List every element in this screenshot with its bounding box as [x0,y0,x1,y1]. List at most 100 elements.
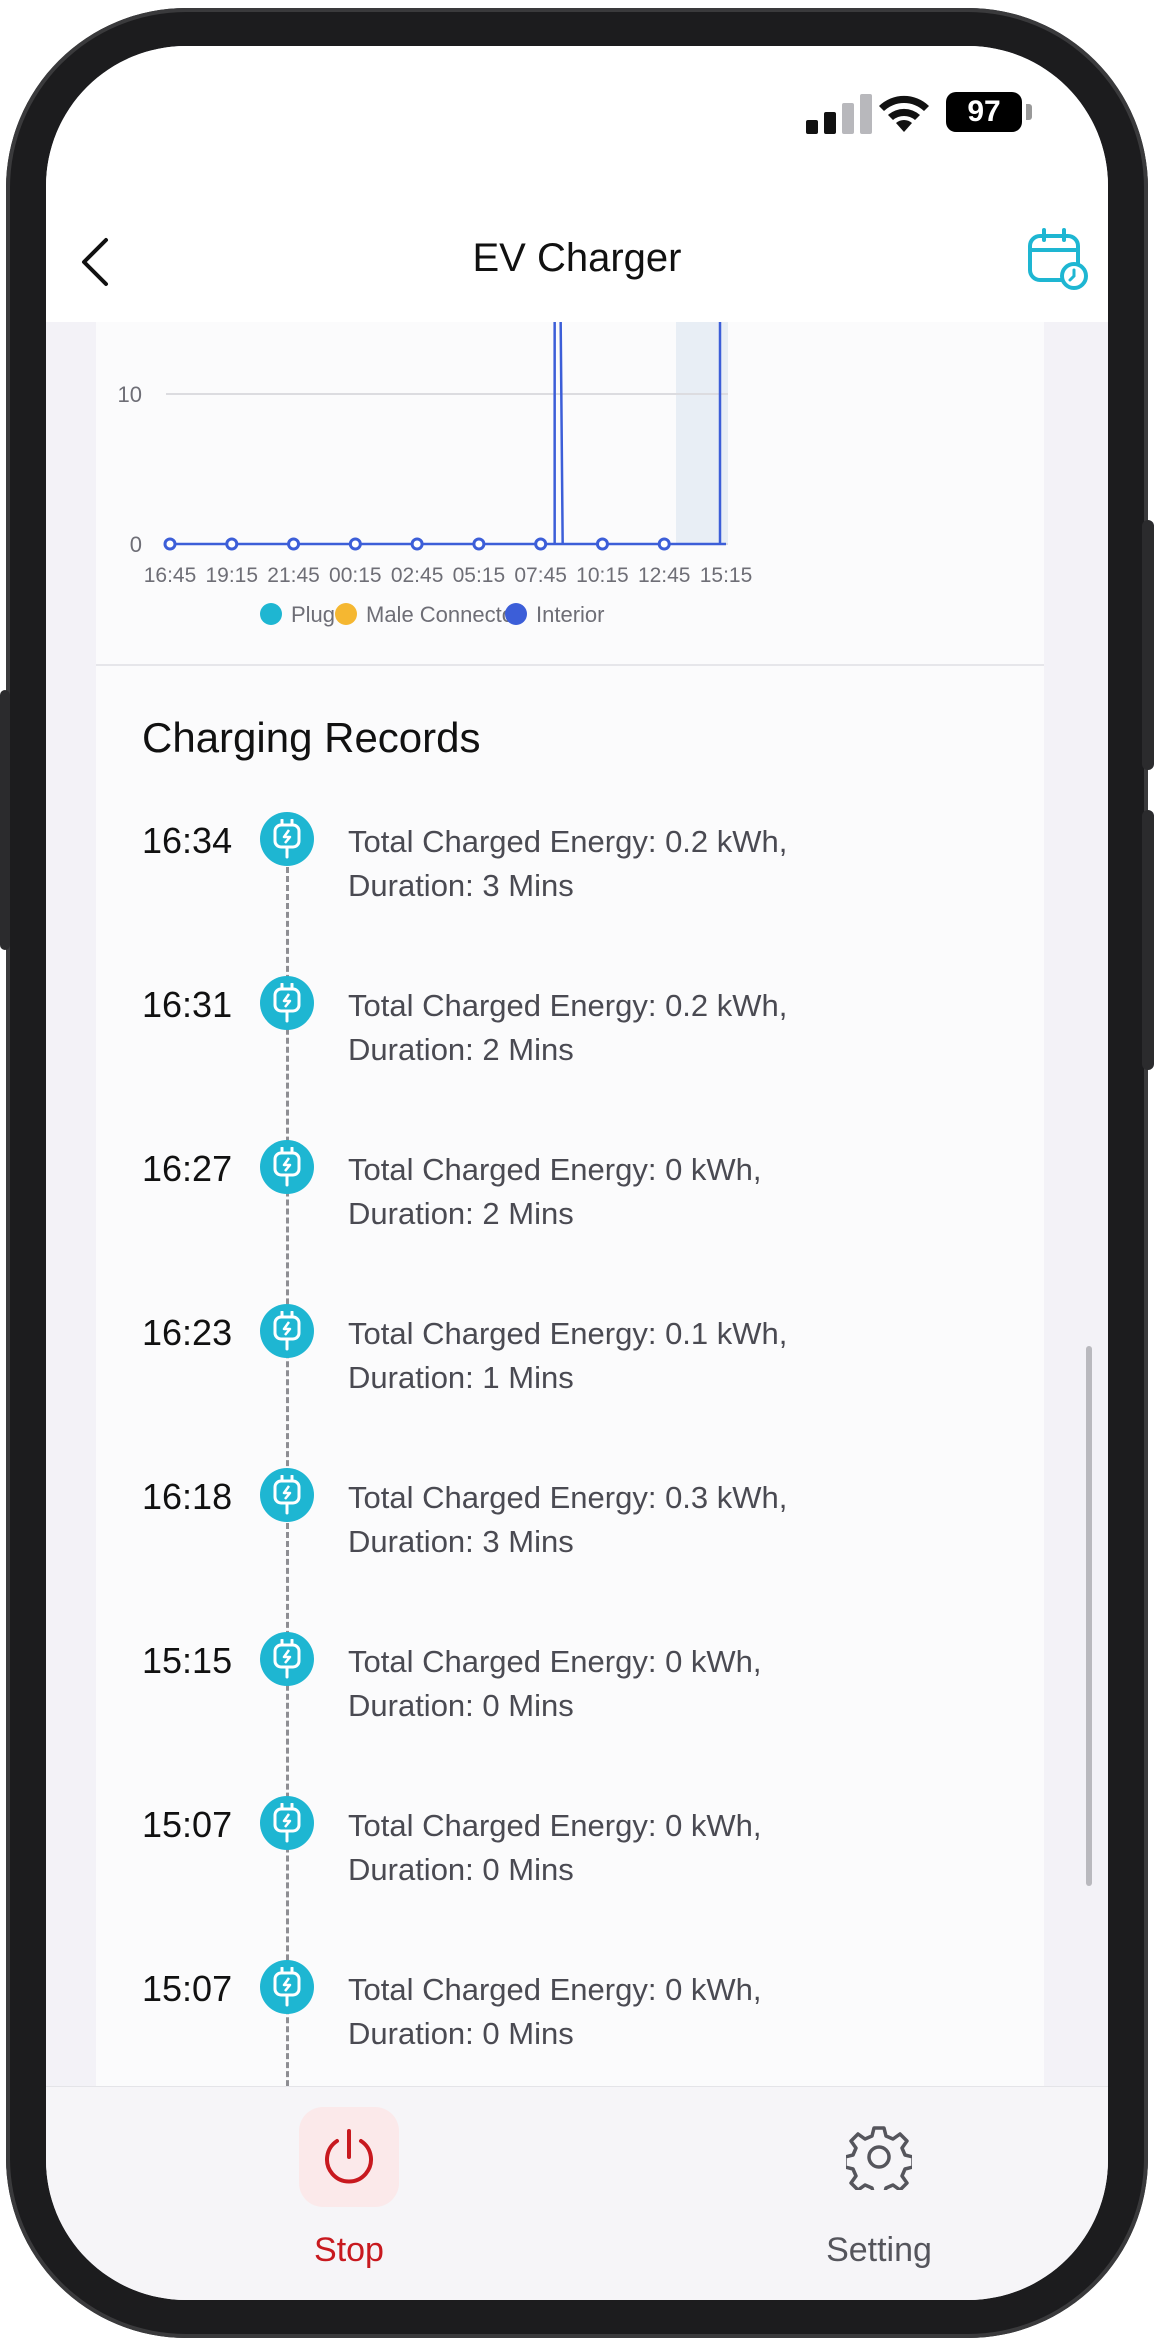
record-energy: Total Charged Energy: 0.1 kWh, [348,1316,788,1351]
chart-x-tick-label: 15:15 [700,564,753,587]
records-title: Charging Records [142,714,481,761]
record-details: Total Charged Energy: 0.2 kWh, Duration: … [348,984,988,1072]
chart-x-tick-label: 16:45 [144,564,197,587]
battery-indicator: 97 [946,92,1022,132]
chart-spike-interior [553,322,564,545]
chart-x-tick-label: 00:15 [329,564,382,587]
charging-records-list: 16:34 Total Charged Energy: 0.2 kWh, Durat… [96,812,1044,2092]
record-energy: Total Charged Energy: 0.2 kWh, [348,824,788,859]
record-duration: Duration: 2 Mins [348,1196,574,1231]
record-duration: Duration: 0 Mins [348,2016,574,2051]
record-time: 15:07 [142,1804,233,1845]
chart-x-tick-label: 21:45 [267,564,320,587]
record-duration: Duration: 3 Mins [348,1524,574,1559]
chart-data-point [348,537,362,551]
battery-tip [1026,104,1032,120]
record-time: 15:07 [142,1968,233,2009]
record-item[interactable]: 15:07 Total Charged Energy: 0 kWh, Duratio… [96,1796,1044,1960]
record-item[interactable]: 16:23 Total Charged Energy: 0.1 kWh, Durat… [96,1304,1044,1468]
record-time: 16:23 [142,1312,233,1353]
record-item[interactable]: 15:15 Total Charged Energy: 0 kWh, Duratio… [96,1632,1044,1796]
screen: 97 EV Charger 0 10 16:45 19:15 21:45 00:15 02:… [46,46,1108,2300]
chart-x-tick-label: 12:45 [638,564,691,587]
gear-icon [846,2126,912,2190]
record-energy: Total Charged Energy: 0 kWh, [348,1644,762,1679]
chart-y-tick-label: 0 [130,532,142,557]
record-item[interactable]: 15:07 Total Charged Energy: 0 kWh, Duratio… [96,1960,1044,2092]
setting-button[interactable]: Setting [779,2107,979,2287]
record-item[interactable]: 16:31 Total Charged Energy: 0.2 kWh, Durat… [96,976,1044,1140]
record-item[interactable]: 16:18 Total Charged Energy: 0.3 kWh, Durat… [96,1468,1044,1632]
chart-x-tick-label: 10:15 [576,564,629,587]
app-header: EV Charger [46,196,1108,322]
stop-icon-wrap [299,2107,399,2207]
chart-data-point [225,537,239,551]
content-card[interactable]: 0 10 16:45 19:15 21:45 00:15 02:45 05:15 07:45 10… [96,322,1044,2092]
record-item[interactable]: 16:34 Total Charged Energy: 0.2 kWh, Durat… [96,812,1044,976]
record-duration: Duration: 1 Mins [348,1360,574,1395]
temperature-chart: 0 10 16:45 19:15 21:45 00:15 02:45 05:15 07:45 10… [118,322,753,627]
plug-charging-icon [260,1468,314,1522]
chart-data-point [595,537,609,551]
record-details: Total Charged Energy: 0.2 kWh, Duration: … [348,820,988,908]
chart-legend-swatch [335,603,357,625]
chart-data-point [472,537,486,551]
chart-x-tick-label: 02:45 [391,564,444,587]
chart-data-point [534,537,548,551]
plug-charging-icon [260,1632,314,1686]
phone-side-button-left [0,690,10,950]
plug-charging-icon [260,976,314,1030]
record-time: 16:34 [142,820,233,861]
chart-legend-label: Male Connector [366,602,521,627]
chart-data-point [287,537,301,551]
record-duration: Duration: 3 Mins [348,868,574,903]
chart-x-tick-label: 07:45 [514,564,567,587]
record-time: 16:27 [142,1148,233,1189]
record-details: Total Charged Energy: 0 kWh, Duration: 0 … [348,1804,988,1892]
stop-label: Stop [314,2231,384,2269]
chart-legend-label: Plug [291,602,335,627]
wifi-icon [879,95,929,132]
record-energy: Total Charged Energy: 0.2 kWh, [348,988,788,1023]
chart-area: 0 10 16:45 19:15 21:45 00:15 02:45 05:15 07:45 10… [96,322,1044,664]
scroll-indicator[interactable] [1086,1346,1092,1886]
record-energy: Total Charged Energy: 0 kWh, [348,1808,762,1843]
phone-side-button-right-lower [1142,810,1154,1070]
setting-label: Setting [826,2231,932,2269]
chart-x-tick-label: 05:15 [453,564,506,587]
record-details: Total Charged Energy: 0 kWh, Duration: 0 … [348,1968,988,2056]
record-duration: Duration: 2 Mins [348,1032,574,1067]
plug-charging-icon [260,1796,314,1850]
record-energy: Total Charged Energy: 0 kWh, [348,1972,762,2007]
stop-button[interactable]: Stop [249,2107,449,2287]
plug-charging-icon [260,1140,314,1194]
chart-legend-swatch [260,603,282,625]
cellular-signal-icon [806,94,872,134]
section-divider [96,664,1044,666]
record-energy: Total Charged Energy: 0 kWh, [348,1152,762,1187]
record-item[interactable]: 16:27 Total Charged Energy: 0 kWh, Duratio… [96,1140,1044,1304]
calendar-clock-icon[interactable] [1024,226,1088,290]
setting-icon-wrap [829,2107,929,2207]
record-details: Total Charged Energy: 0 kWh, Duration: 2 … [348,1148,988,1236]
record-duration: Duration: 0 Mins [348,1688,574,1723]
page-title: EV Charger [472,236,682,280]
chart-data-point [657,537,671,551]
chart-legend-swatch [505,603,527,625]
chart-legend-label: Interior [536,602,604,627]
bottom-action-bar: Stop Setting [46,2086,1108,2300]
chart-x-tick-label: 19:15 [205,564,258,587]
phone-side-button-right-upper [1142,520,1154,770]
plug-charging-icon [260,1960,314,2014]
record-time: 15:15 [142,1640,233,1681]
status-bar: 97 [46,46,1108,196]
record-duration: Duration: 0 Mins [348,1852,574,1887]
record-time: 16:31 [142,984,233,1025]
record-time: 16:18 [142,1476,233,1517]
chart-data-point [163,537,177,551]
record-energy: Total Charged Energy: 0.3 kWh, [348,1480,788,1515]
record-details: Total Charged Energy: 0 kWh, Duration: 0 … [348,1640,988,1728]
plug-charging-icon [260,1304,314,1358]
record-details: Total Charged Energy: 0.3 kWh, Duration: … [348,1476,988,1564]
plug-charging-icon [260,812,314,866]
